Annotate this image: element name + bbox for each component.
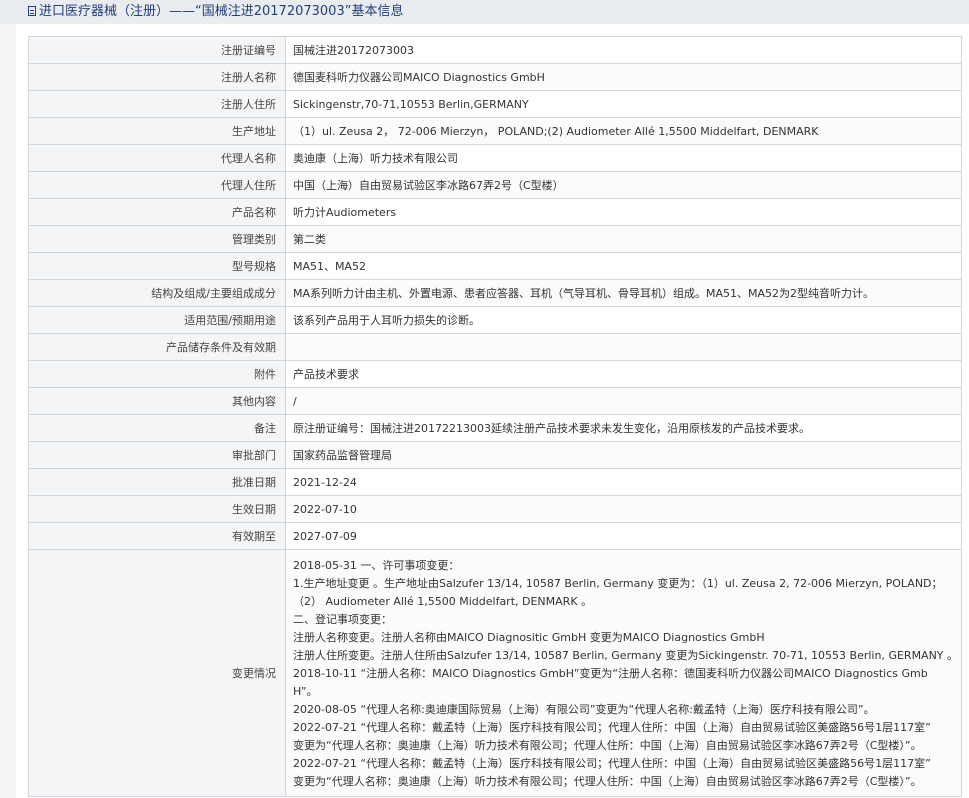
table-row: 附件 产品技术要求 [28, 360, 962, 388]
field-value: 原注册证编号：国械注进20172213003延续注册产品技术要求未发生变化，沿用… [285, 414, 962, 442]
change-line: 变更为“代理人名称：奥迪康（上海）听力技术有限公司；代理人住所：中国（上海）自由… [293, 739, 922, 752]
field-value: 国家药品监督管理局 [285, 441, 962, 469]
page-title-text: 进口医疗器械（注册）——“国械注进20172073003”基本信息 [39, 4, 404, 19]
change-line: 注册人住所变更。注册人住所由Salzufer 13/14, 10587 Berl… [293, 649, 959, 662]
table-row: 适用范围/预期用途 该系列产品用于人耳听力损失的诊断。 [28, 306, 962, 334]
field-label: 审批部门 [28, 441, 286, 469]
field-value: Sickingenstr,70-71,10553 Berlin,GERMANY [285, 90, 962, 118]
change-line: 二、登记事项变更： [293, 613, 392, 626]
table-row: 产品名称 听力计Audiometers [28, 198, 962, 226]
field-label: 管理类别 [28, 225, 286, 253]
field-label: 有效期至 [28, 522, 286, 550]
table-row: 审批部门 国家药品监督管理局 [28, 441, 962, 469]
field-label: 生产地址 [28, 117, 286, 145]
change-line: 2020-08-05 “代理人名称:奥迪康国际贸易（上海）有限公司”变更为“代理… [293, 703, 875, 716]
field-label: 代理人名称 [28, 144, 286, 172]
field-label: 生效日期 [28, 495, 286, 523]
change-line: 2022-07-21 “代理人名称：戴孟特（上海）医疗科技有限公司；代理人住所：… [293, 757, 931, 770]
field-label: 变更情况 [28, 549, 286, 797]
table-row: 注册证编号 国械注进20172073003 [28, 36, 962, 64]
page: 进口医疗器械（注册）——“国械注进20172073003”基本信息 注册证编号 … [0, 0, 969, 798]
field-value: 第二类 [285, 225, 962, 253]
field-label: 代理人住所 [28, 171, 286, 199]
change-history: 2018-05-31 一、许可事项变更： 1.生产地址变更 。生产地址由Salz… [285, 549, 962, 797]
change-line: 注册人名称变更。注册人名称由MAICO Diagnositic GmbH 变更为… [293, 631, 765, 644]
field-label: 批准日期 [28, 468, 286, 496]
field-value [285, 333, 962, 361]
field-value: MA51、MA52 [285, 252, 962, 280]
field-value: 产品技术要求 [285, 360, 962, 388]
field-label: 附件 [28, 360, 286, 388]
field-value: 中国（上海）自由贸易试验区李冰路67弄2号（C型楼） [285, 171, 962, 199]
change-line: （2） Audiometer Allé 1,5500 Middelfart, D… [293, 595, 593, 608]
field-label: 备注 [28, 414, 286, 442]
field-value: MA系列听力计由主机、外置电源、患者应答器、耳机（气导耳机、骨导耳机）组成。MA… [285, 279, 962, 307]
table-row: 生效日期 2022-07-10 [28, 495, 962, 523]
change-line: 2022-07-21 “代理人名称：戴孟特（上海）医疗科技有限公司；代理人住所：… [293, 721, 931, 734]
field-label: 其他内容 [28, 387, 286, 415]
field-value: 德国麦科听力仪器公司MAICO Diagnostics GmbH [285, 63, 962, 91]
table-row-changes: 变更情况 2018-05-31 一、许可事项变更： 1.生产地址变更 。生产地址… [28, 549, 962, 797]
field-label: 型号规格 [28, 252, 286, 280]
table-row: 结构及组成/主要组成成分 MA系列听力计由主机、外置电源、患者应答器、耳机（气导… [28, 279, 962, 307]
change-line: H”。 [293, 685, 318, 698]
table-row: 生产地址 （1）ul. Zeusa 2， 72-006 Mierzyn， POL… [28, 117, 962, 145]
field-value: 奥迪康（上海）听力技术有限公司 [285, 144, 962, 172]
field-value: 国械注进20172073003 [285, 36, 962, 64]
field-label: 注册人住所 [28, 90, 286, 118]
change-line: 1.生产地址变更 。生产地址由Salzufer 13/14, 10587 Ber… [293, 577, 943, 590]
table-row: 注册人名称 德国麦科听力仪器公司MAICO Diagnostics GmbH [28, 63, 962, 91]
field-value: （1）ul. Zeusa 2， 72-006 Mierzyn， POLAND;(… [285, 117, 962, 145]
field-value: 听力计Audiometers [285, 198, 962, 226]
table-row: 有效期至 2027-07-09 [28, 522, 962, 550]
change-line: 变更为“代理人名称：奥迪康（上海）听力技术有限公司；代理人住所：中国（上海）自由… [293, 775, 922, 788]
field-label: 产品名称 [28, 198, 286, 226]
table-row: 其他内容 / [28, 387, 962, 415]
change-line: 2018-10-11 “注册人名称：MAICO Diagnostics GmbH… [293, 667, 928, 680]
field-label: 结构及组成/主要组成成分 [28, 279, 286, 307]
field-value: 2021-12-24 [285, 468, 962, 496]
change-line: 2018-05-31 一、许可事项变更： [293, 559, 460, 572]
field-value: 2027-07-09 [285, 522, 962, 550]
table-row: 管理类别 第二类 [28, 225, 962, 253]
field-label: 注册人名称 [28, 63, 286, 91]
table-row: 型号规格 MA51、MA52 [28, 252, 962, 280]
page-header: 进口医疗器械（注册）——“国械注进20172073003”基本信息 [0, 0, 969, 24]
field-label: 注册证编号 [28, 36, 286, 64]
field-value: 2022-07-10 [285, 495, 962, 523]
content-area: 注册证编号 国械注进20172073003 注册人名称 德国麦科听力仪器公司MA… [16, 24, 969, 798]
table-row: 产品储存条件及有效期 [28, 333, 962, 361]
table-row: 代理人住所 中国（上海）自由贸易试验区李冰路67弄2号（C型楼） [28, 171, 962, 199]
field-label: 产品储存条件及有效期 [28, 333, 286, 361]
table-row: 注册人住所 Sickingenstr,70-71,10553 Berlin,GE… [28, 90, 962, 118]
field-value: / [285, 387, 962, 415]
table-row: 批准日期 2021-12-24 [28, 468, 962, 496]
field-label: 适用范围/预期用途 [28, 306, 286, 334]
page-title: 进口医疗器械（注册）——“国械注进20172073003”基本信息 [28, 3, 403, 21]
table-row: 代理人名称 奥迪康（上海）听力技术有限公司 [28, 144, 962, 172]
document-icon [28, 6, 36, 16]
info-table: 注册证编号 国械注进20172073003 注册人名称 德国麦科听力仪器公司MA… [28, 36, 962, 797]
field-value: 该系列产品用于人耳听力损失的诊断。 [285, 306, 962, 334]
table-row: 备注 原注册证编号：国械注进20172213003延续注册产品技术要求未发生变化… [28, 414, 962, 442]
